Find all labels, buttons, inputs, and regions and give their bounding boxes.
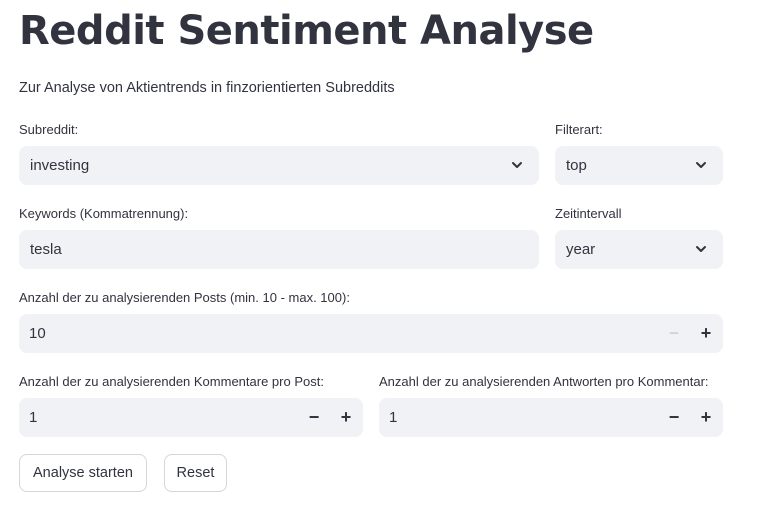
filterart-value: top [566,157,587,174]
kommentare-label: Anzahl der zu analysierenden Kommentare … [19,374,324,389]
kommentare-decrement-button[interactable]: − [300,398,328,437]
subreddit-select[interactable]: investing [19,146,539,185]
keywords-input[interactable]: tesla [19,230,539,269]
antworten-decrement-button[interactable]: − [660,398,688,437]
posts-increment-button[interactable]: + [692,314,720,353]
posts-label: Anzahl der zu analysierenden Posts (min.… [19,290,350,305]
kommentare-value: 1 [29,409,38,426]
chevron-down-icon [696,162,706,168]
analyse-starten-button[interactable]: Analyse starten [19,454,147,492]
chevron-down-icon [512,162,522,168]
page-title: Reddit Sentiment Analyse [19,8,594,54]
kommentare-increment-button[interactable]: + [332,398,360,437]
zeitintervall-value: year [566,241,596,258]
antworten-label: Anzahl der zu analysierenden Antworten p… [379,374,709,389]
page-subtitle: Zur Analyse von Aktientrends in finzorie… [19,80,395,96]
antworten-increment-button[interactable]: + [692,398,720,437]
posts-number-input[interactable]: 10 − + [19,314,723,353]
filterart-label: Filterart: [555,122,603,137]
keywords-value: tesla [30,241,62,258]
posts-value: 10 [29,325,46,342]
posts-decrement-button[interactable]: − [660,314,688,353]
chevron-down-icon [696,246,706,252]
keywords-label: Keywords (Kommatrennung): [19,206,189,221]
subreddit-label: Subreddit: [19,122,79,137]
antworten-number-input[interactable]: 1 − + [379,398,723,437]
filterart-select[interactable]: top [555,146,723,185]
reset-button[interactable]: Reset [164,454,227,492]
subreddit-value: investing [30,157,90,174]
antworten-value: 1 [389,409,398,426]
kommentare-number-input[interactable]: 1 − + [19,398,363,437]
zeitintervall-select[interactable]: year [555,230,723,269]
zeitintervall-label: Zeitintervall [555,206,622,221]
